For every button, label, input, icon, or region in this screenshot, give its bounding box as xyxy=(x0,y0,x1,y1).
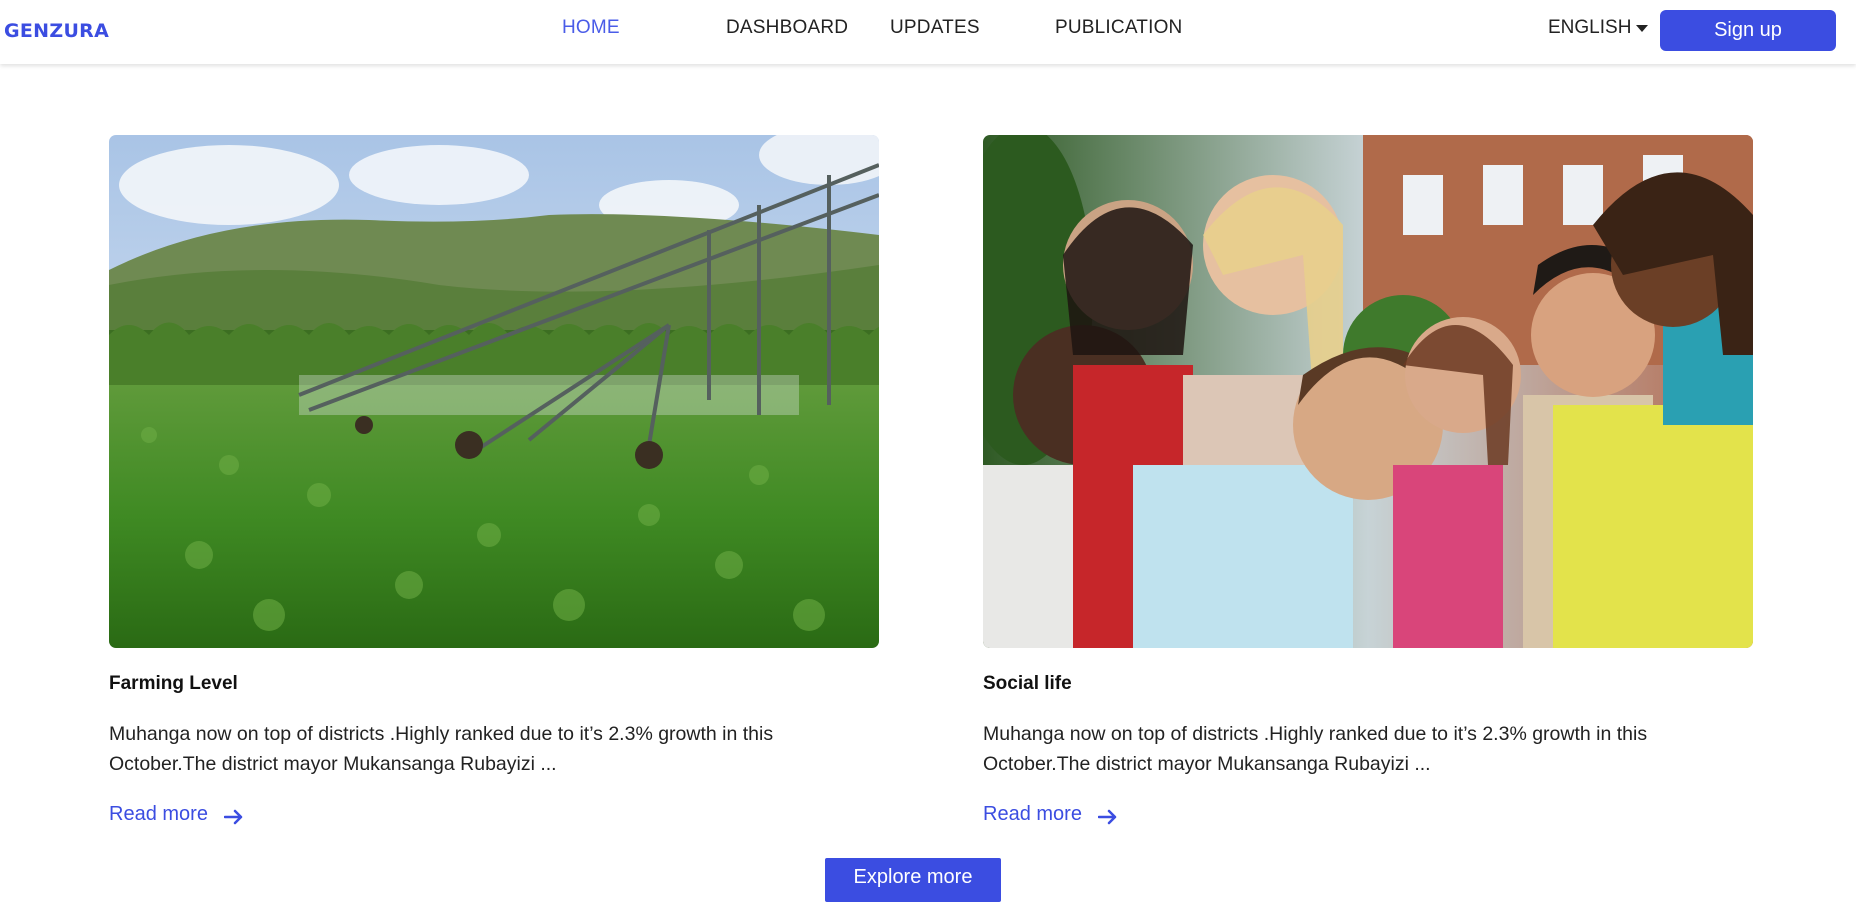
nav-link-dashboard[interactable]: DASHBOARD xyxy=(726,17,848,39)
arrow-right-icon xyxy=(223,809,243,824)
read-more-label: Read more xyxy=(983,803,1082,825)
card-excerpt: Muhanga now on top of districts .Highly … xyxy=(983,723,1648,775)
card-excerpt: Muhanga now on top of districts .Highly … xyxy=(109,723,774,775)
nav-link-updates[interactable]: UPDATES xyxy=(890,17,980,39)
farm-irrigation-image[interactable] xyxy=(109,135,879,648)
nav-link-home[interactable]: HOME xyxy=(562,17,620,39)
read-more-link[interactable]: Read more xyxy=(109,803,244,826)
top-navbar: GENZURA HOME DASHBOARD UPDATES PUBLICATI… xyxy=(0,0,1856,64)
card-title: Farming Level xyxy=(109,673,238,694)
explore-more-button[interactable]: Explore more xyxy=(825,858,1001,902)
group-of-friends-image[interactable] xyxy=(983,135,1753,648)
arrow-right-icon xyxy=(1097,809,1117,824)
nav-link-publication[interactable]: PUBLICATION xyxy=(1055,17,1182,39)
signup-button[interactable]: Sign up xyxy=(1660,10,1836,51)
news-card-farming: Farming Level Muhanga now on top of dist… xyxy=(109,135,879,825)
caret-down-icon xyxy=(1636,24,1649,32)
language-selector[interactable]: ENGLISH xyxy=(1548,17,1649,39)
read-more-label: Read more xyxy=(109,803,208,825)
read-more-link[interactable]: Read more xyxy=(983,803,1118,826)
language-label: ENGLISH xyxy=(1548,17,1632,38)
card-title: Social life xyxy=(983,673,1072,694)
news-card-social: Social life Muhanga now on top of distri… xyxy=(983,135,1753,825)
site-logo[interactable]: GENZURA xyxy=(4,20,109,42)
